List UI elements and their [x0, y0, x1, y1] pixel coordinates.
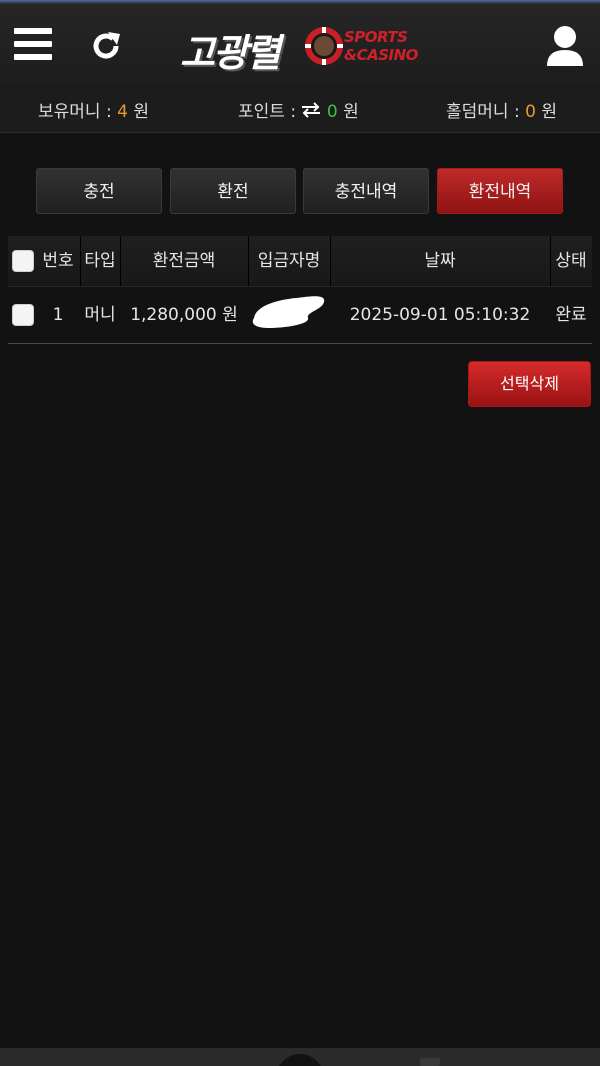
menu-line — [14, 54, 52, 60]
menu-line — [14, 41, 52, 47]
tab-bar: 충전 환전 충전내역 환전내역 — [36, 168, 566, 216]
hamburger-menu-icon[interactable] — [14, 28, 54, 60]
logo-text: 고광렬 — [180, 31, 281, 75]
tab-deposit[interactable]: 충전 — [36, 168, 162, 214]
delete-selected-button[interactable]: 선택삭제 — [468, 361, 591, 407]
col-depositor: 입금자명 — [257, 251, 321, 271]
money-value: 4 — [117, 102, 128, 122]
logo-sub-sports: SPORTS — [344, 28, 408, 46]
row-date: 2025-09-01 05:10:32 — [349, 305, 531, 325]
system-nav-bar — [0, 1048, 600, 1066]
col-number: 번호 — [42, 251, 74, 271]
row-amount: 1,280,000 원 — [130, 305, 238, 325]
casino-chip-icon — [305, 27, 343, 65]
refresh-icon[interactable] — [88, 28, 124, 64]
point-balance: 포인트 : 0 원 — [238, 97, 359, 122]
balance-bar: 보유머니 : 4 원 포인트 : 0 원 홀덤머니 : 0 원 — [0, 86, 600, 133]
point-label: 포인트 : — [238, 102, 297, 122]
table-header: 번호 타입 환전금액 입금자명 날짜 상태 — [8, 236, 592, 287]
row-status: 완료 — [555, 305, 587, 325]
site-logo[interactable]: 고광렬 SPORTS &CASINO — [180, 22, 430, 75]
holdem-unit: 원 — [541, 102, 557, 122]
money-balance: 보유머니 : 4 원 — [38, 97, 149, 122]
home-button[interactable] — [276, 1054, 324, 1066]
row-number: 1 — [52, 305, 64, 325]
tab-deposit-history[interactable]: 충전내역 — [303, 168, 429, 214]
holdem-label: 홀덤머니 : — [446, 102, 520, 122]
point-unit: 원 — [343, 102, 359, 122]
point-value: 0 — [326, 102, 338, 122]
holdem-balance: 홀덤머니 : 0 원 — [446, 97, 557, 122]
exchange-arrows-icon[interactable] — [301, 102, 321, 118]
page: 고광렬 SPORTS &CASINO 보유머니 : 4 원 포인트 : 0 원 … — [0, 0, 600, 1066]
money-unit: 원 — [133, 102, 149, 122]
select-all-checkbox[interactable] — [12, 250, 34, 272]
tab-withdraw-history[interactable]: 환전내역 — [437, 168, 563, 214]
redaction-scribble — [252, 296, 325, 328]
recent-apps-button[interactable] — [420, 1058, 440, 1066]
col-date: 날짜 — [424, 251, 456, 271]
header: 고광렬 SPORTS &CASINO — [0, 4, 600, 86]
col-status: 상태 — [555, 251, 587, 271]
user-icon[interactable] — [545, 24, 585, 68]
row-type: 머니 — [84, 305, 116, 325]
logo-sub-casino: &CASINO — [344, 46, 418, 64]
tab-withdraw[interactable]: 환전 — [170, 168, 296, 214]
holdem-value: 0 — [525, 102, 536, 122]
menu-line — [14, 28, 52, 34]
col-type: 타입 — [84, 251, 116, 271]
row-checkbox[interactable] — [12, 304, 34, 326]
col-amount: 환전금액 — [152, 251, 216, 271]
money-label: 보유머니 : — [38, 102, 112, 122]
